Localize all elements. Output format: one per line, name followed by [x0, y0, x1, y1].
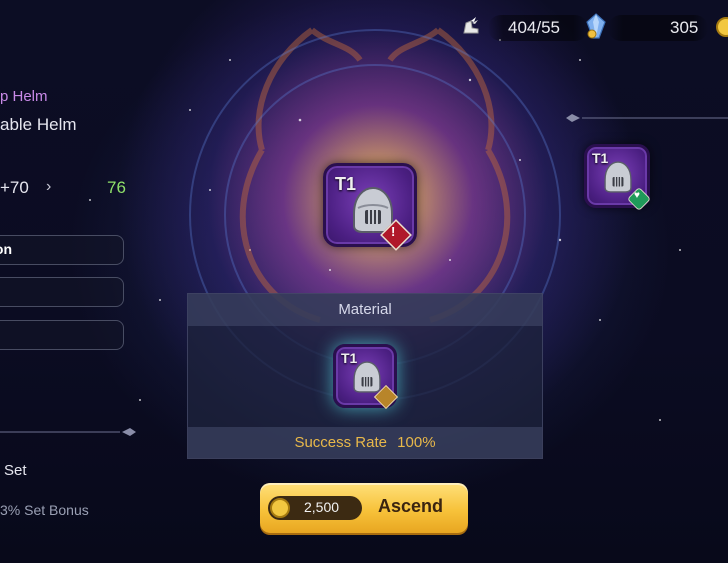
ascend-button[interactable]: 2,500 Ascend	[260, 483, 468, 533]
ascend-label: Ascend	[378, 496, 444, 516]
crystal-value: 305	[670, 18, 699, 37]
cost-value: 2,500	[304, 499, 340, 515]
material-slot[interactable]: T1	[333, 344, 399, 410]
stat-row-1-label: ion	[0, 241, 12, 257]
heart-icon: ♥	[634, 190, 640, 201]
helm-icon	[353, 361, 381, 393]
material-panel: Material T1 Success Rate 100%	[187, 293, 543, 459]
stat-row-3	[0, 320, 124, 350]
crystal-icon	[584, 12, 608, 40]
level-current: +70	[0, 178, 29, 197]
helm-icon	[604, 161, 632, 193]
result-item[interactable]: T1 ♥	[584, 144, 652, 212]
stat-row-2	[0, 277, 124, 307]
chevron-right-icon: ›	[46, 178, 52, 195]
success-rate-label: Success Rate	[294, 434, 387, 451]
success-rate-value: 100%	[397, 434, 436, 451]
stat-row-1: ion	[0, 235, 124, 265]
set-label: Set	[4, 462, 27, 479]
item-name: able Helm	[0, 115, 77, 134]
level-next: 76	[107, 178, 126, 197]
gold-coin-icon	[270, 498, 290, 518]
success-rate-row: Success Rate 100%	[188, 427, 542, 458]
set-bonus-label: 3% Set Bonus	[0, 502, 89, 518]
stamina-value: 404/55	[508, 18, 560, 37]
winged-boot-icon	[460, 15, 482, 37]
material-header: Material	[188, 294, 542, 326]
ascend-target-item[interactable]: T1 !	[323, 163, 417, 251]
item-type-label: p Helm	[0, 88, 48, 105]
cost-display: 2,500	[268, 496, 362, 520]
sword-icon: !	[391, 224, 396, 239]
